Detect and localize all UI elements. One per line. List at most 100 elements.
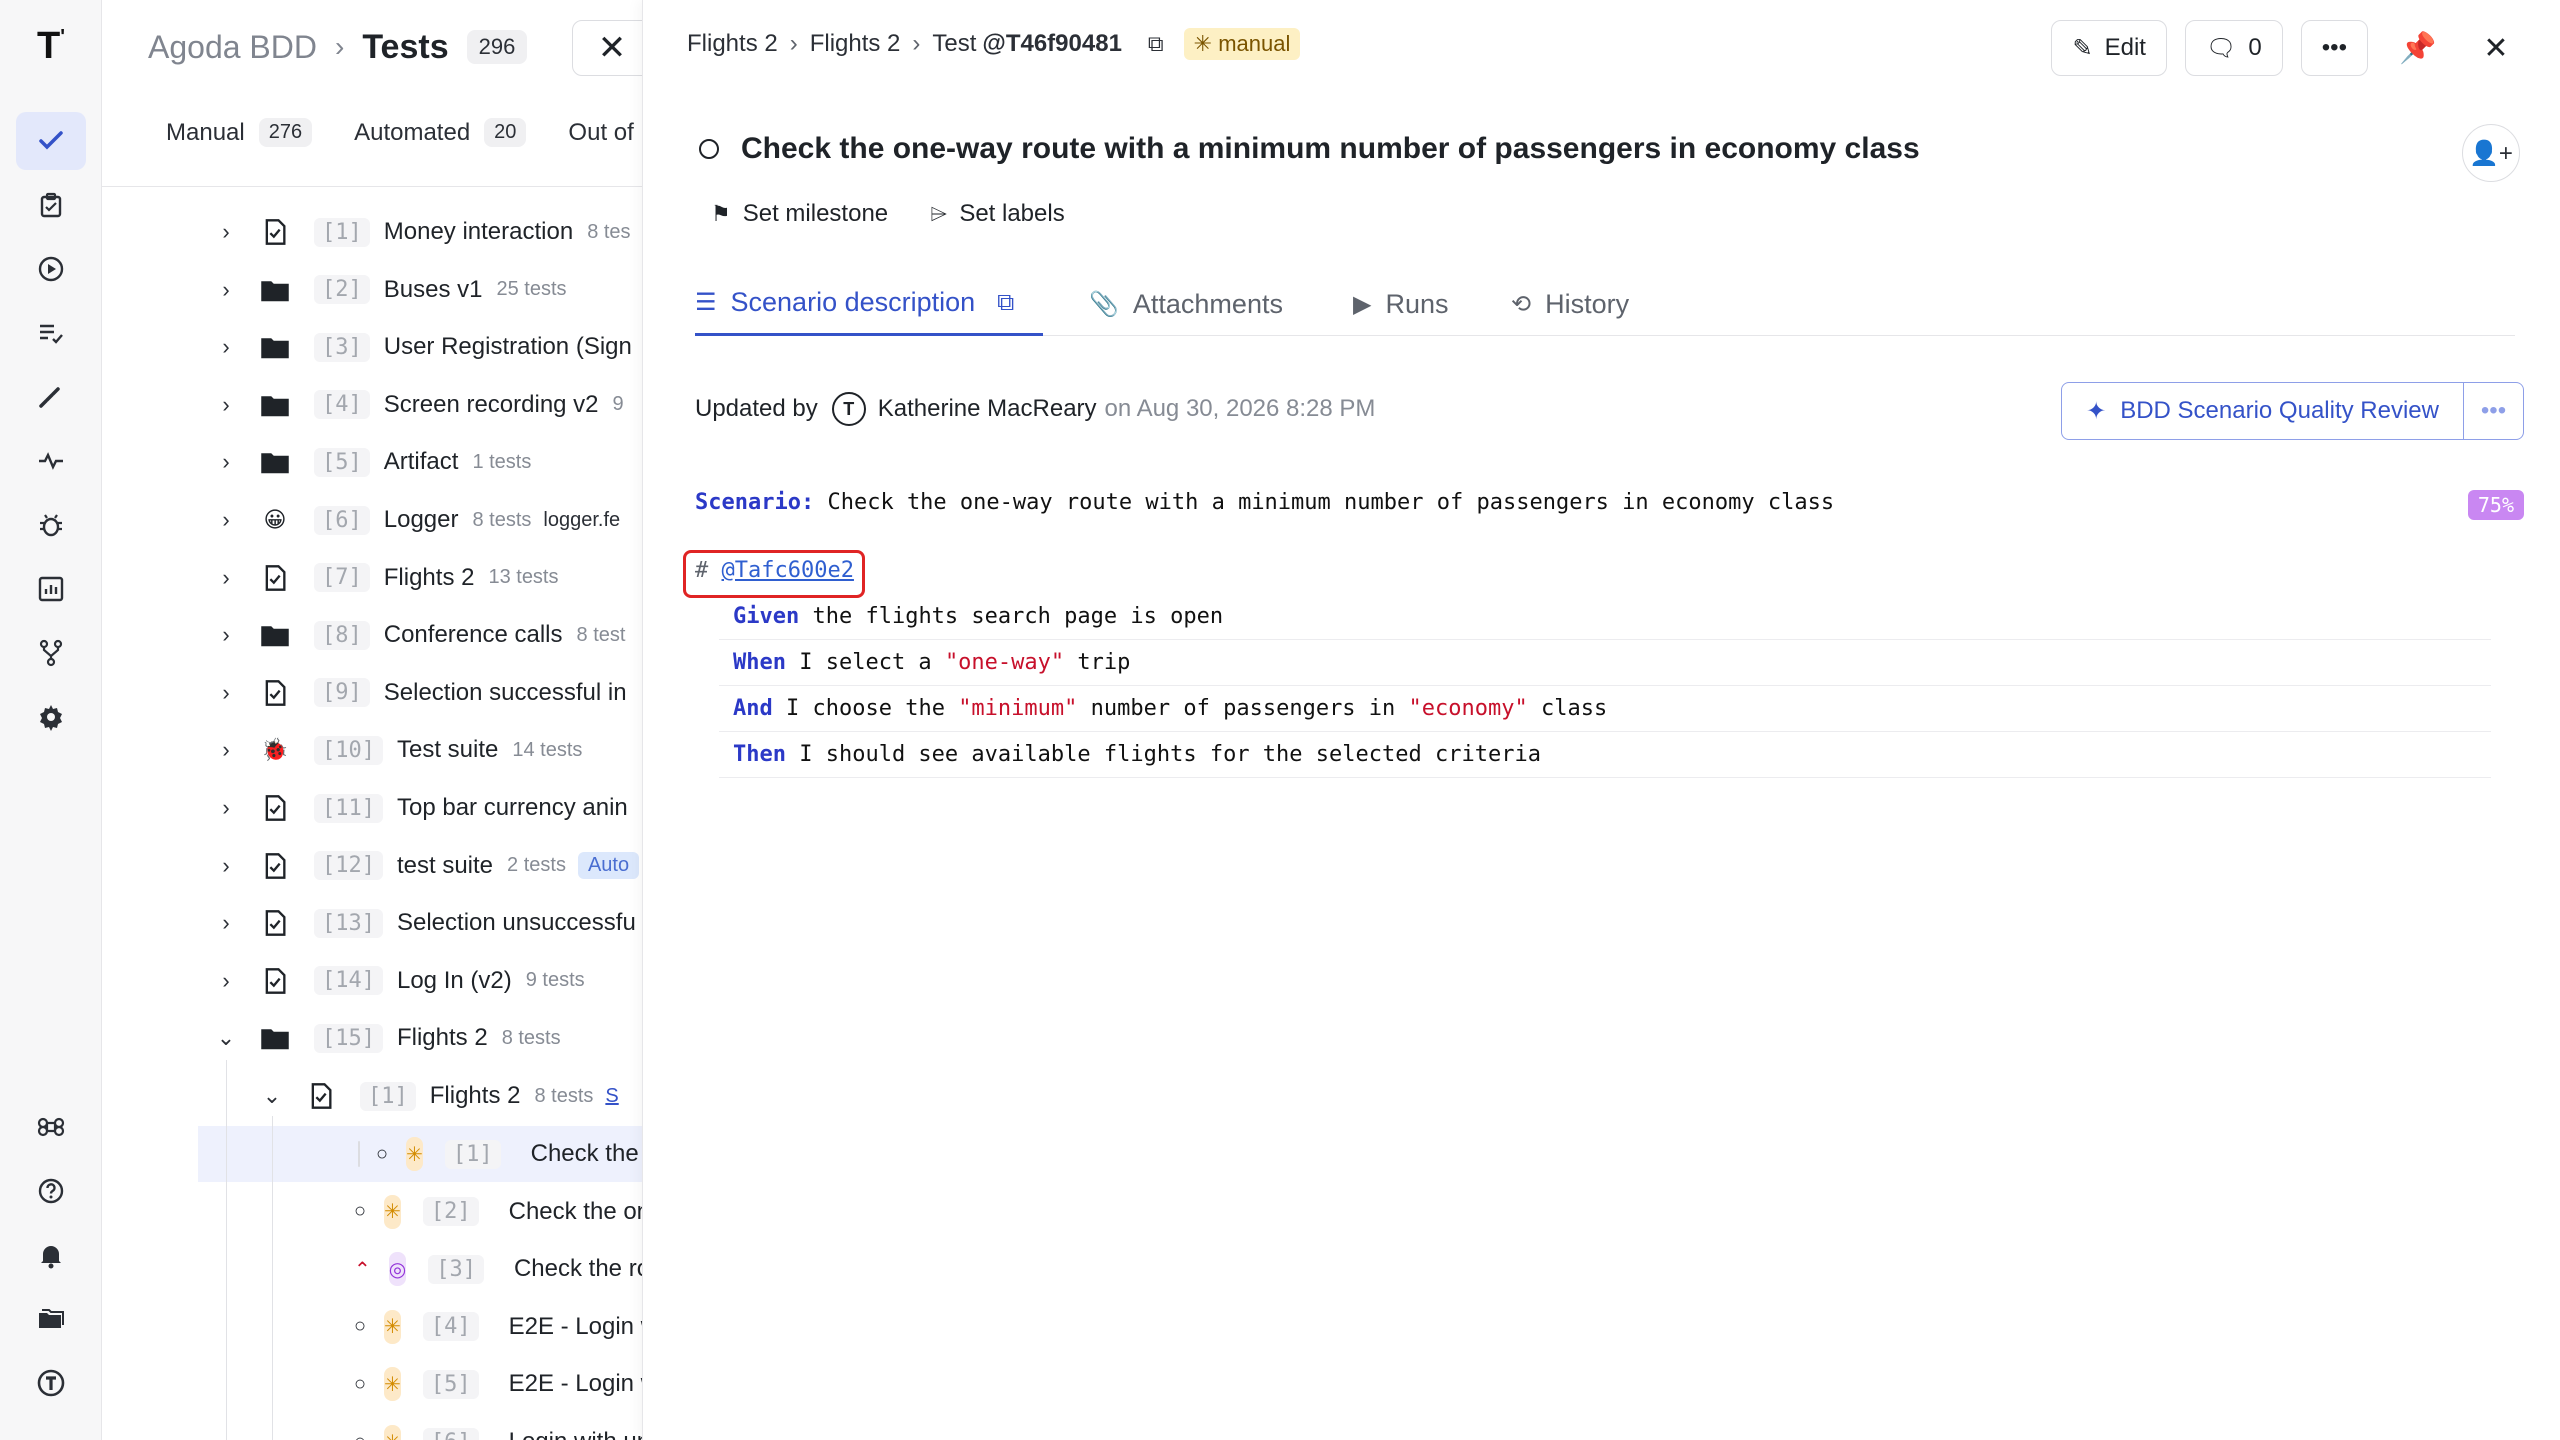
comments-button[interactable]: 🗨 0 (2184, 20, 2283, 76)
assign-user-button[interactable]: 👤+ (2462, 124, 2520, 182)
status-circle-icon[interactable]: ○ (354, 1373, 366, 1396)
tree-row[interactable]: › [14] Log In (v2) 9 tests (214, 953, 585, 1009)
tab-attachments[interactable]: 📎 Attachments (1089, 272, 1283, 336)
test-row[interactable]: ○ ✳ [2] Check the one (354, 1184, 642, 1240)
set-labels-button[interactable]: ⌲ Set labels (930, 200, 1065, 228)
ellipsis-icon: ••• (2480, 397, 2507, 424)
tree-row[interactable]: ⌄ [15] Flights 2 8 tests (214, 1010, 561, 1066)
tab-runs[interactable]: ▶ Runs (1353, 272, 1449, 336)
scenario-step: Then I should see available flights for … (719, 732, 2491, 778)
tree-row[interactable]: › [1] Money interaction 8 tes (214, 204, 631, 260)
tree-row[interactable]: › [12] test suite 2 tests Auto (214, 838, 640, 894)
suite-icon (304, 1079, 338, 1113)
tree-row[interactable]: › [9] Selection successful in (214, 665, 627, 721)
nav-bug-button[interactable] (16, 496, 86, 554)
status-circle-icon[interactable]: ○ (354, 1431, 366, 1440)
test-row[interactable]: ○ ✳ [6] Login with unr (354, 1414, 642, 1440)
chevron-right-icon[interactable]: › (214, 680, 238, 706)
updated-by-name[interactable]: Katherine MacReary (878, 395, 1097, 423)
detail-tabs: ☰ Scenario description ⧉ 📎 Attachments ▶ Ru… (695, 272, 2515, 336)
chevron-right-icon[interactable]: › (214, 334, 238, 360)
test-id: @T46f90481 (982, 30, 1122, 57)
app-logo[interactable]: T ' (0, 24, 102, 68)
set-milestone-button[interactable]: ⚑ Set milestone (711, 200, 888, 228)
tree-row-suite[interactable]: ⌄ [1] Flights 2 8 tests S (260, 1068, 619, 1124)
close-detail-button[interactable]: ✕ (2468, 20, 2524, 76)
quality-review-more-button[interactable]: ••• (2464, 382, 2524, 440)
chevron-right-icon[interactable]: › (214, 565, 238, 591)
chevron-right-icon[interactable]: › (214, 737, 238, 763)
tab-label: Automated (354, 118, 471, 146)
breadcrumb-item[interactable]: Flights 2 (687, 30, 778, 58)
more-button[interactable]: ••• (2300, 20, 2368, 76)
nav-clipboard-button[interactable] (16, 176, 86, 234)
chevron-right-icon[interactable]: › (214, 910, 238, 936)
row-checkbox[interactable] (358, 1141, 360, 1167)
tree-row[interactable]: › [3] User Registration (Sign (214, 319, 632, 375)
tab-history[interactable]: ⟲ History (1511, 272, 1629, 336)
priority-up-icon[interactable]: ⌃ (354, 1257, 371, 1282)
tab-scenario-description[interactable]: ☰ Scenario description ⧉ (695, 272, 1043, 336)
page-title: Tests (362, 27, 449, 66)
test-row[interactable]: ○ ✳ [1] Check the one (198, 1126, 642, 1182)
project-name[interactable]: Agoda BDD (148, 29, 317, 66)
status-circle-icon[interactable]: ○ (376, 1143, 388, 1166)
chevron-right-icon[interactable]: › (214, 449, 238, 475)
tab-automated[interactable]: Automated 20 (354, 118, 527, 147)
chevron-right-icon[interactable]: › (214, 277, 238, 303)
tree-row[interactable]: › 🐞 [10] Test suite 14 tests (214, 722, 582, 778)
copy-icon[interactable]: ⧉ (1148, 31, 1164, 57)
tree-row[interactable]: › [8] Conference calls 8 test (214, 607, 625, 663)
bdd-quality-review-button[interactable]: ✦ BDD Scenario Quality Review (2061, 382, 2464, 440)
edit-button[interactable]: ✎ Edit (2051, 20, 2167, 76)
tree-row[interactable]: › [4] Screen recording v2 9 (214, 377, 624, 433)
test-row[interactable]: ○ ✳ [4] E2E - Login wi (354, 1299, 642, 1355)
test-row[interactable]: ⌃ ◎ [3] Check the rour (354, 1241, 642, 1297)
tab-manual[interactable]: Manual 276 (166, 118, 313, 147)
nav-list-check-button[interactable] (16, 304, 86, 362)
tree-row[interactable]: › [11] Top bar currency anin (214, 780, 628, 836)
nav-bell-button[interactable] (16, 1226, 86, 1284)
tree-row[interactable]: › [2] Buses v1 25 tests (214, 262, 567, 318)
breadcrumb-item[interactable]: Flights 2 (810, 30, 901, 58)
nav-gear-button[interactable] (16, 688, 86, 746)
pin-button[interactable]: 📌 (2390, 20, 2446, 76)
chevron-right-icon[interactable]: › (214, 968, 238, 994)
test-row[interactable]: ○ ✳ [5] E2E - Login wi (354, 1356, 642, 1412)
chevron-right-icon[interactable]: › (214, 795, 238, 821)
tree-row[interactable]: › [5] Artifact 1 tests (214, 434, 531, 490)
chevron-right-icon[interactable]: › (214, 219, 238, 245)
step-text: trip (1064, 650, 1131, 675)
nav-branch-button[interactable] (16, 624, 86, 682)
nav-check-button[interactable] (16, 112, 86, 170)
chevron-right-icon[interactable]: › (214, 392, 238, 418)
nav-play-circle-button[interactable] (16, 240, 86, 298)
test-detail-panel: Flights 2 › Flights 2 › Test @T46f90481 … (642, 0, 2560, 1440)
step-keyword: When (733, 650, 786, 675)
status-circle-icon[interactable]: ○ (354, 1200, 366, 1223)
status-circle-icon[interactable]: ○ (354, 1315, 366, 1338)
close-tree-button[interactable]: ✕ (572, 20, 642, 76)
nav-bar-chart-button[interactable] (16, 560, 86, 618)
chevron-right-icon: › (334, 31, 345, 62)
nav-command-button[interactable] (16, 1098, 86, 1156)
nav-pulse-button[interactable] (16, 432, 86, 490)
tree-row[interactable]: › 😀 [6] Logger 8 tests logger.fe (214, 492, 620, 548)
nav-user-avatar-button[interactable] (16, 1354, 86, 1412)
chevron-right-icon[interactable]: › (214, 622, 238, 648)
nav-steps-button[interactable] (16, 368, 86, 426)
tree-guide-line (226, 1060, 227, 1440)
row-number: [1] (360, 1081, 416, 1111)
copy-icon[interactable]: ⧉ (997, 289, 1014, 317)
chevron-right-icon[interactable]: › (214, 853, 238, 879)
tree-row[interactable]: › [7] Flights 2 13 tests (214, 550, 559, 606)
tree-row[interactable]: › [13] Selection unsuccessfu (214, 895, 636, 951)
chevron-down-icon[interactable]: ⌄ (214, 1025, 238, 1051)
nav-folders-button[interactable] (16, 1290, 86, 1348)
chevron-right-icon[interactable]: › (214, 507, 238, 533)
status-circle-icon[interactable] (699, 139, 719, 159)
chevron-down-icon[interactable]: ⌄ (260, 1083, 284, 1109)
tab-out-of[interactable]: Out of (568, 118, 633, 147)
nav-help-button[interactable] (16, 1162, 86, 1220)
manual-icon: ✳ (384, 1367, 401, 1402)
